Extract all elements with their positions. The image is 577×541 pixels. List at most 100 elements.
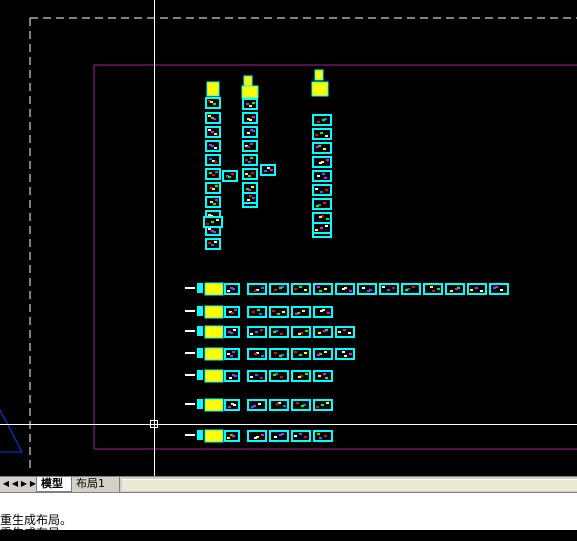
drawing-detail <box>304 436 307 438</box>
drawing-detail <box>215 185 218 187</box>
drawing-detail <box>252 116 255 118</box>
drawing-detail <box>255 331 258 333</box>
row-marker <box>185 403 195 405</box>
drawing-detail <box>246 103 249 105</box>
command-history-line: 重生成布局。 <box>0 526 73 540</box>
layout-tab-bar: ◀ ◀ ▶ ▶ 模型 布局1 <box>0 476 577 492</box>
drawing-detail <box>317 354 320 356</box>
drawing-detail <box>343 329 346 331</box>
drawing-detail <box>208 228 211 230</box>
layout-viewport[interactable] <box>0 0 577 476</box>
drawing-detail <box>213 118 216 120</box>
drawing-detail <box>233 404 236 406</box>
drawing-detail <box>299 354 302 356</box>
drawing-detail <box>349 353 352 355</box>
drawing-detail <box>322 119 325 121</box>
drawing-title-sheet <box>204 325 224 339</box>
drawing-detail <box>208 129 211 131</box>
next-tab-icon[interactable]: ▶ <box>20 478 28 490</box>
drawing-detail <box>298 376 301 378</box>
drawing-detail <box>326 402 329 404</box>
prev-tab-icon[interactable]: ◀ <box>11 478 19 490</box>
drawing-detail <box>316 406 319 408</box>
drawing-detail <box>320 227 323 229</box>
drawing-detail <box>248 175 251 177</box>
drawing-detail <box>319 162 322 164</box>
drawing-detail <box>323 373 326 375</box>
drawing-detail <box>480 290 483 292</box>
drawing-detail <box>250 333 253 335</box>
row-icon <box>197 348 203 358</box>
drawing-detail <box>260 329 263 331</box>
drawing-detail <box>247 132 250 134</box>
row-marker <box>185 330 195 332</box>
row-icon <box>197 306 203 316</box>
drawing-detail <box>387 289 390 291</box>
drawing-detail <box>273 331 276 333</box>
drawing-title-sheet <box>206 81 220 97</box>
drawing-detail <box>277 313 280 315</box>
drawing-detail <box>251 186 254 188</box>
drawing-detail <box>315 229 318 231</box>
drawing-detail <box>299 286 302 288</box>
drawing-detail <box>294 435 297 437</box>
drawing-detail <box>215 171 218 173</box>
drawing-detail <box>279 355 282 357</box>
drawing-detail <box>272 310 275 312</box>
drawing-detail <box>315 188 318 190</box>
viewport-border <box>93 64 577 450</box>
drawing-detail <box>245 173 248 175</box>
drawing-detail <box>209 172 212 174</box>
horizontal-scrollbar[interactable] <box>122 479 577 491</box>
row-icon <box>197 283 203 293</box>
drawing-detail <box>230 332 233 334</box>
tab-model[interactable]: 模型 <box>36 477 72 492</box>
drawing-detail <box>230 355 233 357</box>
drawing-title-sheet <box>314 69 324 81</box>
drawing-detail <box>405 289 408 291</box>
drawing-title-sheet <box>241 85 259 99</box>
drawing-detail <box>302 310 305 312</box>
drawing-canvas[interactable] <box>0 0 577 476</box>
drawing-detail <box>321 404 324 406</box>
drawing-detail <box>325 225 328 227</box>
drawing-detail <box>450 290 453 292</box>
drawing-detail <box>214 133 217 135</box>
drawing-detail <box>316 205 319 207</box>
drawing-detail <box>318 332 321 334</box>
drawing-detail <box>470 289 473 291</box>
drawing-detail <box>214 161 217 163</box>
first-tab-icon[interactable]: ◀ <box>2 478 10 490</box>
crosshair-vertical <box>154 0 155 476</box>
drawing-detail <box>320 132 323 134</box>
drawing-detail <box>260 377 263 379</box>
drawing-detail <box>282 311 285 313</box>
row-icon <box>197 430 203 440</box>
row-marker <box>185 434 195 436</box>
tab-layout1[interactable]: 布局1 <box>72 477 120 492</box>
drawing-detail <box>252 197 255 199</box>
drawing-detail <box>248 161 251 163</box>
command-line[interactable]: 重生成布局。 重生成布局。 <box>0 492 577 540</box>
drawing-detail <box>247 146 250 148</box>
drawing-detail <box>325 377 328 379</box>
drawing-detail <box>234 375 237 377</box>
drawing-detail <box>276 403 279 405</box>
row-marker <box>185 374 195 376</box>
drawing-detail <box>258 403 261 405</box>
drawing-detail <box>252 130 255 132</box>
drawing-detail <box>349 290 352 292</box>
drawing-detail <box>252 311 255 313</box>
drawing-detail <box>412 286 415 288</box>
drawing-detail <box>319 437 322 439</box>
drawing-detail <box>252 102 255 104</box>
drawing-detail <box>210 101 213 103</box>
drawing-detail <box>362 287 365 289</box>
drawing-detail <box>267 167 270 169</box>
drawing-detail <box>209 158 212 160</box>
drawing-detail <box>475 287 478 289</box>
drawing-detail <box>228 176 231 178</box>
drawing-detail <box>315 134 318 136</box>
drawing-detail <box>392 287 395 289</box>
drawing-detail <box>215 199 218 201</box>
